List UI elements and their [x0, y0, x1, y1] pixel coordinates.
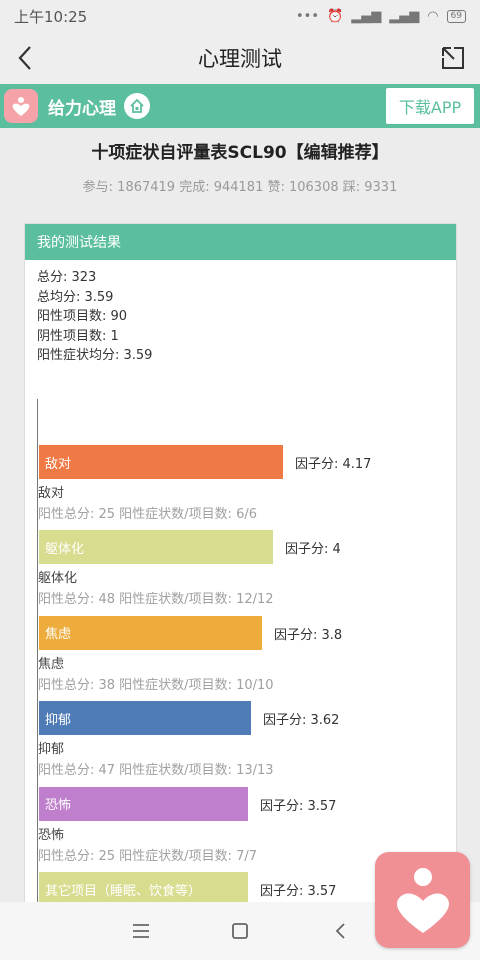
summary-positive-average: 阳性症状均分: 3.59 — [37, 348, 153, 363]
summary-positive-count: 阳性项目数: 90 — [37, 309, 128, 324]
factor-name: 恐怖 — [38, 827, 65, 843]
summary-total: 总分: 323 — [37, 270, 97, 285]
factor-bar: 其它项目（睡眠、饮食等） — [39, 872, 248, 902]
main-content: 十项症状自评量表SCL90【编辑推荐】 参与: 1867419 完成: 9441… — [0, 128, 480, 902]
factor-detail: 阳性总分: 25 阳性症状数/项目数: 7/7 — [38, 848, 258, 864]
factor-bar: 躯体化 — [39, 530, 273, 565]
factor-name: 躯体化 — [38, 571, 78, 587]
factor-name: 敌对 — [38, 486, 65, 501]
factor-chart: 敌对 因子分: 4.17 敌对 阳性总分: 25 阳性症状数/项目数: 6/6 躯体化因… — [25, 399, 458, 902]
status-time: 上午10:25 — [14, 7, 88, 26]
heart-person-icon[interactable] — [4, 89, 38, 123]
factor-detail: 阳性总分: 38 阳性症状数/项目数: 10/10 — [38, 677, 274, 693]
signal-icon: ▂▄▆ — [351, 8, 382, 24]
factor-bar: 抑郁 — [39, 701, 251, 736]
alarm-icon: ⏰ — [327, 8, 344, 24]
more-icon: ••• — [296, 8, 320, 24]
heart-person-icon — [396, 868, 449, 933]
chevron-left-icon[interactable] — [12, 42, 40, 74]
factor-score-label: 因子分: 3.8 — [274, 627, 343, 643]
test-stats: 参与: 1867419 完成: 944181 赞: 106308 踩: 9331 — [82, 180, 398, 195]
download-app-button[interactable]: 下载APP — [386, 88, 474, 124]
square-icon[interactable] — [229, 920, 251, 942]
menu-icon[interactable] — [130, 920, 152, 942]
factor-detail: 阳性总分: 25 阳性症状数/项目数: 6/6 — [38, 507, 258, 522]
signal-icon-2: ▂▄▆ — [389, 8, 420, 24]
factor-score-label: 因子分: 3.57 — [260, 798, 337, 814]
factor-detail: 阳性总分: 48 阳性症状数/项目数: 12/12 — [38, 592, 274, 608]
battery-icon: 69 — [446, 9, 466, 23]
factor-name: 抑郁 — [38, 742, 65, 758]
home-icon[interactable] — [124, 93, 150, 119]
wifi-icon: ◠ — [427, 8, 439, 24]
result-card-header: 我的测试结果 — [25, 224, 456, 260]
factor-score-label: 因子分: 3.57 — [260, 884, 337, 899]
share-icon[interactable] — [438, 42, 468, 74]
result-card: 我的测试结果 总分: 323 总均分: 3.59 阳性项目数: 90 阴性项目数… — [24, 223, 457, 902]
factor-bar: 敌对 — [39, 445, 283, 479]
back-triangle-icon[interactable] — [330, 920, 352, 942]
brand-bar: 给力心理 下载APP — [0, 84, 480, 128]
summary-average: 总均分: 3.59 — [37, 289, 114, 305]
nav-bar: 心理测试 — [0, 32, 480, 84]
factor-score-label: 因子分: 3.62 — [263, 713, 340, 729]
result-summary: 总分: 323 总均分: 3.59 阳性项目数: 90 阴性项目数: 1 阳性症… — [25, 260, 456, 366]
brand-name: 给力心理 — [48, 98, 116, 119]
factor-bar: 恐怖 — [39, 786, 248, 821]
floating-logo-button[interactable] — [375, 852, 470, 948]
status-bar: 上午10:25 ••• ⏰ ▂▄▆ ▂▄▆ ◠ 69 — [0, 0, 480, 32]
status-icons: ••• ⏰ ▂▄▆ ▂▄▆ ◠ 69 — [296, 9, 466, 24]
page-title-nav: 心理测试 — [198, 47, 282, 71]
factor-score-label: 因子分: 4 — [285, 542, 341, 558]
summary-negative-count: 阴性项目数: 1 — [37, 328, 119, 344]
factor-detail: 阳性总分: 47 阳性症状数/项目数: 13/13 — [38, 763, 274, 779]
factor-score-label: 因子分: 4.17 — [295, 457, 372, 472]
test-title: 十项症状自评量表SCL90【编辑推荐】 — [91, 143, 389, 163]
factor-name: 焦虑 — [38, 656, 65, 672]
factor-bar: 焦虑 — [39, 615, 262, 650]
